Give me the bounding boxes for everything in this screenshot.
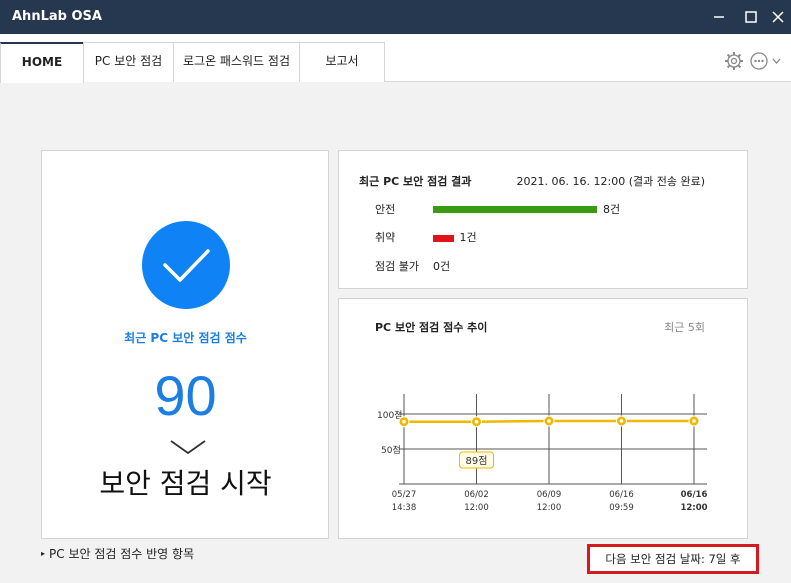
data-point-center bbox=[474, 419, 479, 424]
score-items-link-label: PC 보안 점검 점수 반영 항목 bbox=[49, 547, 195, 561]
gear-icon[interactable] bbox=[724, 51, 744, 71]
y-tick-label-50: 50점 bbox=[381, 444, 401, 456]
x-tick-label-time: 12:00 bbox=[537, 503, 562, 513]
result-count-vulnerable: 1건 bbox=[459, 231, 477, 244]
more-icon[interactable] bbox=[749, 51, 783, 71]
annotation-label: 89점 bbox=[466, 455, 488, 467]
result-date: 2021. 06. 16. 12:00 (결과 전송 완료) bbox=[516, 175, 705, 188]
score-items-link[interactable]: ▸ PC 보안 점검 점수 반영 항목 bbox=[41, 545, 194, 562]
x-tick-label-date: 06/02 bbox=[464, 490, 489, 500]
title-bar: AhnLab OSA bbox=[0, 0, 791, 34]
x-tick-label-date: 05/27 bbox=[392, 490, 417, 500]
start-security-check-button[interactable]: 보안 점검 시작 bbox=[42, 462, 329, 502]
x-tick-label-time: 09:59 bbox=[609, 503, 634, 513]
bar-safe bbox=[433, 206, 597, 213]
tab-home[interactable]: HOME bbox=[0, 42, 84, 83]
x-tick-label-date: 06/16 bbox=[681, 490, 708, 500]
score-label: 최근 PC 보안 점검 점수 bbox=[124, 331, 247, 345]
bar-vulnerable bbox=[433, 235, 454, 242]
close-icon[interactable] bbox=[767, 6, 789, 28]
chevron-down-icon bbox=[170, 439, 206, 455]
result-label-safe: 안전 bbox=[375, 203, 396, 216]
result-panel: 최근 PC 보안 점검 결과 2021. 06. 16. 12:00 (결과 전… bbox=[338, 150, 748, 289]
maximize-icon[interactable] bbox=[740, 6, 762, 28]
tab-pc-security-check[interactable]: PC 보안 점검 bbox=[83, 42, 174, 82]
result-title: 최근 PC 보안 점검 결과 bbox=[359, 175, 472, 188]
result-label-unavailable: 점검 불가 bbox=[375, 260, 419, 273]
score-panel: 최근 PC 보안 점검 점수 90 보안 점검 시작 bbox=[41, 150, 329, 539]
data-point-center bbox=[619, 419, 624, 423]
next-check-date: 다음 보안 점검 날짜: 7일 후 bbox=[587, 544, 759, 574]
caret-right-icon: ▸ bbox=[41, 549, 46, 558]
y-tick-label-100: 100점 bbox=[377, 409, 402, 421]
x-tick-label-time: 14:38 bbox=[392, 503, 417, 513]
result-count-unavailable: 0건 bbox=[433, 260, 451, 273]
result-label-vulnerable: 취약 bbox=[375, 231, 396, 244]
x-tick-label-date: 06/16 bbox=[609, 490, 634, 500]
data-point-center bbox=[402, 419, 406, 424]
app-title: AhnLab OSA bbox=[12, 9, 102, 24]
tab-bar: HOME PC 보안 점검 로그온 패스워드 점검 보고서 bbox=[0, 34, 791, 83]
x-tick-label-date: 06/09 bbox=[537, 490, 562, 500]
x-tick-label-time: 12:00 bbox=[680, 503, 707, 513]
tab-report[interactable]: 보고서 bbox=[299, 42, 385, 82]
data-point-center bbox=[547, 419, 551, 423]
minimize-icon[interactable] bbox=[708, 6, 730, 28]
tab-logon-password-check[interactable]: 로그온 패스워드 점검 bbox=[173, 42, 300, 82]
result-count-safe: 8건 bbox=[603, 203, 621, 216]
x-tick-label-time: 12:00 bbox=[464, 503, 489, 513]
check-circle-icon bbox=[142, 221, 230, 309]
score-value: 90 bbox=[154, 364, 217, 427]
trend-chart: 100점 50점 89점 05/27 14:38 06/02 12:00 06/09 12:00… bbox=[377, 394, 708, 513]
data-point-center bbox=[692, 419, 696, 423]
trend-panel: PC 보안 점검 점수 추이 최근 5회 100점 50점 89점 05/27 14:3… bbox=[338, 298, 748, 539]
